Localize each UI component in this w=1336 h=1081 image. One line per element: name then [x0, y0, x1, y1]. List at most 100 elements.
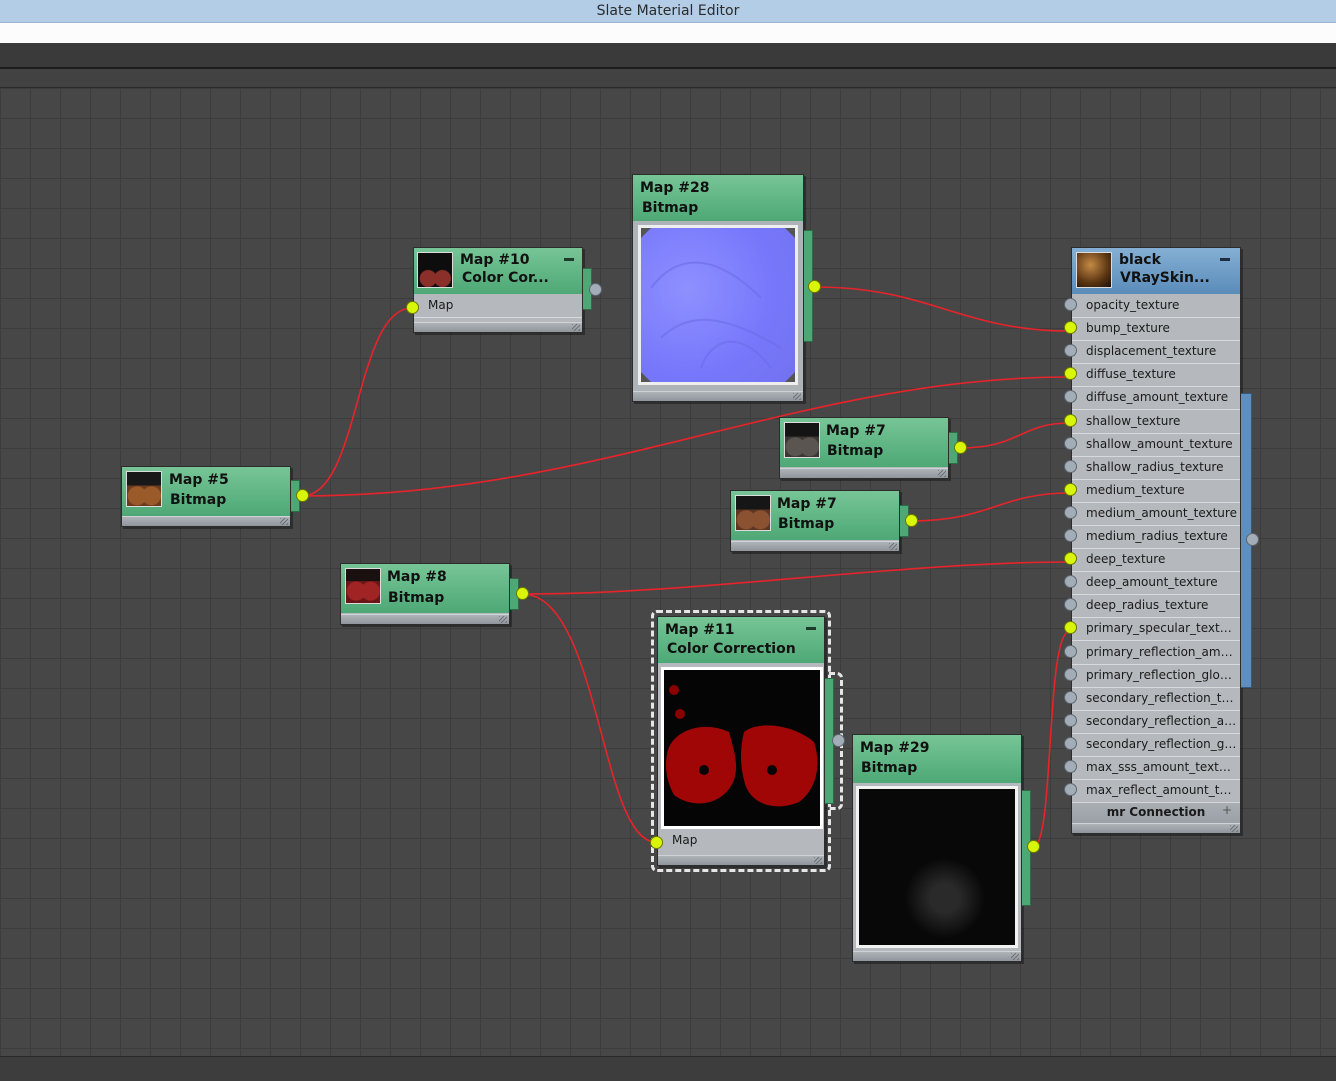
- expand-plus-icon[interactable]: +: [1222, 803, 1232, 817]
- minimize-icon[interactable]: [1220, 258, 1230, 261]
- material-slot-row[interactable]: bump_texture: [1072, 317, 1240, 342]
- material-slot-row[interactable]: medium_radius_texture: [1072, 525, 1240, 549]
- node-map11-color-correction[interactable]: Map #11 Color Correction Map: [657, 616, 825, 866]
- slot-label: shallow_amount_texture: [1086, 436, 1233, 451]
- input-socket-medium-amount-texture[interactable]: [1064, 505, 1077, 519]
- node-header[interactable]: Map #10 Color Cor...: [414, 248, 582, 295]
- material-slot-row[interactable]: medium_texture: [1072, 479, 1240, 503]
- resize-grip[interactable]: [793, 393, 801, 400]
- material-slot-row[interactable]: shallow_radius_texture: [1072, 456, 1240, 480]
- minimize-icon[interactable]: [806, 627, 816, 630]
- node-header[interactable]: Map #8 Bitmap: [341, 564, 509, 614]
- resize-grip[interactable]: [280, 518, 288, 525]
- slot-label: primary_reflection_glossi...: [1086, 667, 1238, 682]
- input-socket-medium-texture[interactable]: [1064, 482, 1077, 496]
- input-socket-map[interactable]: [650, 836, 663, 849]
- node-header[interactable]: Map #29 Bitmap: [853, 735, 1021, 784]
- material-slot-row[interactable]: secondary_reflection_tex...: [1072, 687, 1240, 711]
- output-socket[interactable]: [808, 280, 821, 293]
- node-footer: [414, 322, 582, 332]
- input-socket-shallow-texture[interactable]: [1064, 413, 1077, 427]
- material-slot-row[interactable]: displacement_texture: [1072, 340, 1240, 365]
- resize-grip[interactable]: [1230, 825, 1238, 832]
- slot-label: medium_texture: [1086, 482, 1185, 497]
- node-map5-bitmap[interactable]: Map #5 Bitmap: [121, 466, 291, 527]
- resize-grip[interactable]: [938, 470, 946, 477]
- slot-label: Map: [428, 298, 454, 312]
- output-socket[interactable]: [1027, 840, 1040, 853]
- material-slot-row[interactable]: opacity_texture: [1072, 294, 1240, 318]
- slot-label: opacity_texture: [1086, 298, 1180, 312]
- material-output-socket[interactable]: [1246, 533, 1259, 546]
- input-socket-medium-radius-texture[interactable]: [1064, 529, 1077, 542]
- input-slot-map[interactable]: Map: [658, 829, 824, 852]
- material-slot-row[interactable]: secondary_reflection_am...: [1072, 710, 1240, 734]
- output-socket[interactable]: [954, 441, 967, 454]
- material-slot-row[interactable]: diffuse_amount_texture: [1072, 386, 1240, 411]
- material-slot-row[interactable]: medium_amount_texture: [1072, 502, 1240, 526]
- material-slot-row[interactable]: deep_amount_texture: [1072, 571, 1240, 596]
- node-header[interactable]: Map #11 Color Correction: [658, 617, 824, 664]
- material-slot-row[interactable]: deep_texture: [1072, 548, 1240, 573]
- resize-grip[interactable]: [499, 616, 507, 623]
- resize-grip[interactable]: [1011, 953, 1019, 960]
- node-map7-bitmap[interactable]: Map #7 Bitmap: [730, 490, 900, 552]
- node-header[interactable]: Map #7 Bitmap: [731, 491, 899, 541]
- node-footer: [731, 541, 899, 551]
- output-socket[interactable]: [905, 514, 918, 527]
- node-header[interactable]: Map #7 Bitmap: [780, 418, 948, 468]
- node-footer: [341, 614, 509, 624]
- material-slot-row[interactable]: max_reflect_amount_text...: [1072, 779, 1240, 804]
- material-slot-row[interactable]: shallow_texture: [1072, 410, 1240, 434]
- node-header[interactable]: Map #28 Bitmap: [633, 175, 803, 222]
- material-slot-row[interactable]: shallow_amount_texture: [1072, 433, 1240, 457]
- node-map10-color-correction[interactable]: Map #10 Color Cor... Map: [413, 247, 583, 333]
- input-slot-map[interactable]: Map: [414, 294, 582, 318]
- input-socket-map[interactable]: [406, 301, 419, 314]
- input-socket-secondary-reflection-glo[interactable]: [1064, 736, 1077, 750]
- thumbnail-image: [417, 252, 453, 288]
- node-map29-bitmap[interactable]: Map #29 Bitmap: [852, 734, 1022, 962]
- node-map8-bitmap[interactable]: Map #8 Bitmap: [340, 563, 510, 625]
- node-name: Map #10: [460, 252, 530, 268]
- material-slot-row[interactable]: primary_reflection_amou...: [1072, 641, 1240, 665]
- input-socket-max-reflect-amount-text[interactable]: [1064, 783, 1077, 797]
- node-type: Bitmap: [642, 200, 699, 216]
- node-type: Bitmap: [778, 516, 835, 532]
- mr-connection-rollout[interactable]: mr Connection +: [1072, 802, 1240, 823]
- input-socket-opacity-texture[interactable]: [1064, 298, 1077, 311]
- input-socket-shallow-radius-texture[interactable]: [1064, 459, 1077, 473]
- node-header[interactable]: black VRaySkin...: [1072, 248, 1240, 295]
- output-socket[interactable]: [516, 587, 529, 600]
- material-slot-row[interactable]: deep_radius_texture: [1072, 594, 1240, 619]
- resize-grip[interactable]: [572, 324, 580, 331]
- material-slot-row[interactable]: secondary_reflection_glo...: [1072, 733, 1240, 757]
- input-socket-deep-texture[interactable]: [1064, 552, 1077, 566]
- slot-label: max_sss_amount_texture: [1086, 760, 1238, 774]
- slot-label: primary_specular_texture: [1086, 621, 1238, 636]
- node-header[interactable]: Map #5 Bitmap: [122, 467, 290, 517]
- minimize-icon[interactable]: [564, 258, 574, 261]
- material-slot-row[interactable]: primary_reflection_glossi...: [1072, 664, 1240, 688]
- material-slot-row[interactable]: max_sss_amount_texture: [1072, 756, 1240, 780]
- resize-grip[interactable]: [889, 543, 897, 550]
- resize-grip[interactable]: [814, 857, 822, 864]
- material-slot-row[interactable]: diffuse_texture: [1072, 363, 1240, 388]
- thumbnail-image: [126, 471, 162, 507]
- input-socket-shallow-amount-texture[interactable]: [1064, 436, 1077, 450]
- node-map7-bitmap[interactable]: Map #7 Bitmap: [779, 417, 949, 479]
- node-material-vrayskin[interactable]: black VRaySkin... opacity_texture bump_te…: [1071, 247, 1241, 834]
- input-socket-secondary-reflection-am[interactable]: [1064, 713, 1077, 727]
- output-socket[interactable]: [589, 283, 602, 296]
- input-socket-max-sss-amount-texture[interactable]: [1064, 760, 1077, 773]
- node-body: Map: [414, 294, 582, 332]
- node-footer: [122, 516, 290, 526]
- node-map28-bitmap[interactable]: Map #28 Bitmap: [632, 174, 804, 402]
- input-socket-secondary-reflection-tex[interactable]: [1064, 690, 1077, 704]
- input-socket-bump-texture[interactable]: [1064, 321, 1077, 335]
- input-socket-primary-reflection-glossi[interactable]: [1064, 667, 1077, 681]
- input-socket-primary-reflection-amou[interactable]: [1064, 644, 1077, 658]
- material-slot-row[interactable]: primary_specular_texture: [1072, 617, 1240, 642]
- output-socket[interactable]: [296, 489, 309, 502]
- output-socket[interactable]: [832, 734, 845, 747]
